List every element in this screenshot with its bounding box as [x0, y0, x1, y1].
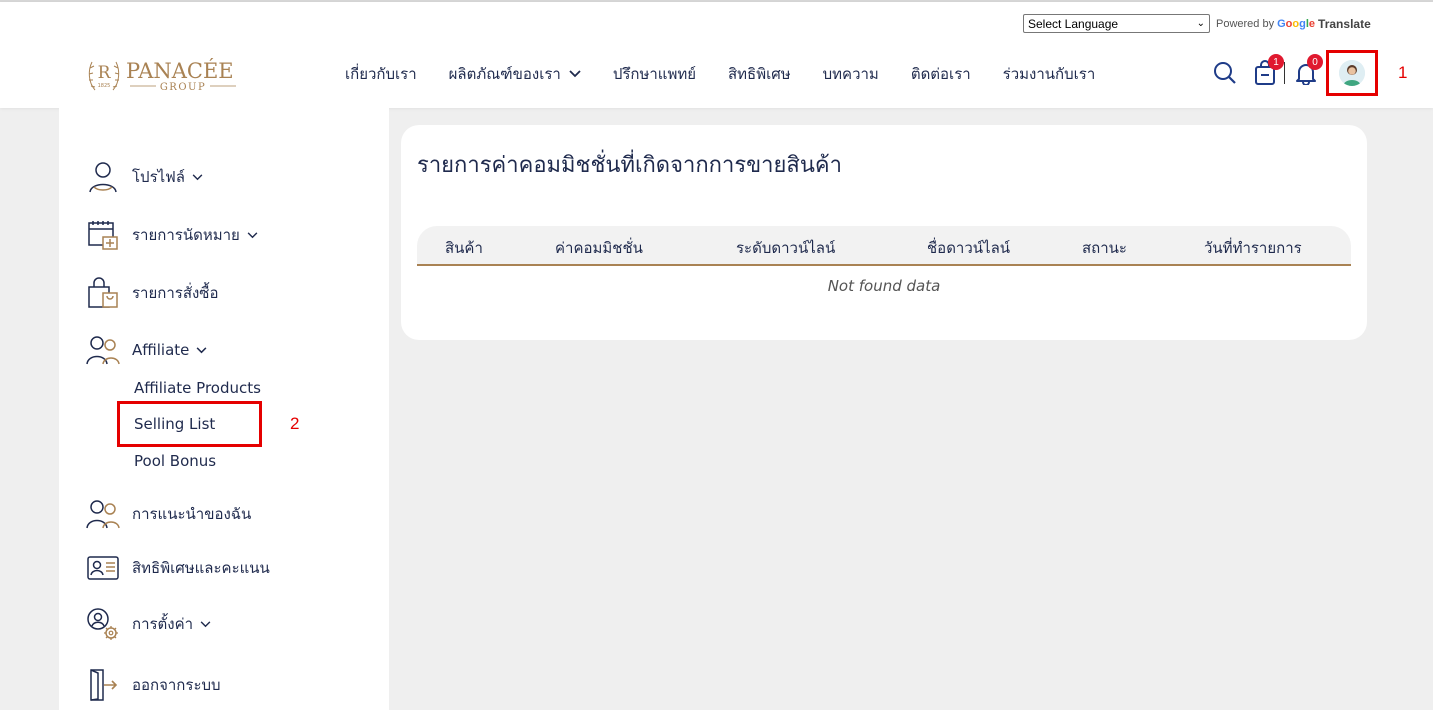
- brand-name: PANACÉE: [126, 59, 234, 83]
- cart-button[interactable]: 1: [1250, 54, 1284, 88]
- brand-sub: GROUP: [160, 82, 206, 93]
- sidebar-item-label: การแนะนำของฉัน: [132, 505, 252, 523]
- table-header: สินค้า ค่าคอมมิชชั่น ระดับดาวน์ไลน์ ชื่อ…: [417, 226, 1351, 266]
- main-nav: เกี่ยวกับเรา ผลิตภัณฑ์ของเรา ปรึกษาแพทย์…: [345, 62, 1127, 86]
- sidebar-item-affiliate[interactable]: Affiliate: [86, 333, 207, 367]
- column-header-downline-name: ชื่อดาวน์ไลน์: [927, 239, 1011, 257]
- sidebar-item-label: การตั้งค่า: [132, 615, 194, 633]
- search-icon[interactable]: [1210, 58, 1240, 88]
- nav-label: เกี่ยวกับเรา: [345, 65, 417, 83]
- profile-avatar-button[interactable]: [1326, 50, 1378, 96]
- translate-text: Translate: [1318, 16, 1371, 31]
- chevron-down-icon: ⌄: [1196, 18, 1205, 29]
- user-icon: [86, 160, 120, 194]
- nav-products[interactable]: ผลิตภัณฑ์ของเรา: [449, 62, 581, 86]
- google-logo: Google: [1277, 17, 1316, 30]
- avatar: [1339, 60, 1365, 86]
- sidebar-item-settings[interactable]: การตั้งค่า: [86, 607, 211, 641]
- sidebar-item-label: โปรไฟล์: [132, 168, 185, 186]
- header: Select Language ⌄ Powered by Google Tran…: [0, 2, 1433, 108]
- header-divider: [1284, 62, 1285, 84]
- brand-logo[interactable]: R 1825 PANACÉE GROUP: [86, 54, 240, 96]
- nav-privileges[interactable]: สิทธิพิเศษ: [728, 62, 791, 86]
- nav-about[interactable]: เกี่ยวกับเรา: [345, 62, 417, 86]
- empty-state-text: Not found data: [827, 277, 941, 295]
- cart-count-badge: 1: [1268, 54, 1284, 70]
- nav-careers[interactable]: ร่วมงานกับเรา: [1003, 62, 1096, 86]
- sidebar-item-label: รายการนัดหมาย: [132, 226, 240, 244]
- sidebar-item-appointments[interactable]: รายการนัดหมาย: [86, 218, 258, 252]
- logout-icon: [86, 668, 120, 702]
- nav-label: ปรึกษาแพทย์: [612, 65, 697, 83]
- sidebar-item-label: สิทธิพิเศษและคะแนน: [132, 559, 270, 577]
- sidebar-sub-pool-bonus[interactable]: Pool Bonus: [134, 452, 216, 470]
- sidebar-item-label: ออกจากระบบ: [132, 676, 221, 694]
- nav-contact[interactable]: ติดต่อเรา: [911, 62, 971, 86]
- nav-label: ผลิตภัณฑ์ของเรา: [448, 65, 561, 83]
- nav-consult[interactable]: ปรึกษาแพทย์: [613, 62, 696, 86]
- id-card-icon: [86, 551, 120, 585]
- column-header-status: สถานะ: [1082, 239, 1127, 257]
- language-select[interactable]: Select Language ⌄: [1023, 14, 1210, 33]
- powered-by-google[interactable]: Powered by Google Translate: [1216, 17, 1371, 31]
- column-header-date: วันที่ทำรายการ: [1204, 239, 1302, 257]
- chevron-down-icon: [247, 229, 258, 242]
- sidebar-item-orders[interactable]: รายการสั่งซื้อ: [86, 276, 219, 310]
- brand-mark: R: [98, 63, 112, 83]
- commission-card: รายการค่าคอมมิชชั่นที่เกิดจากการขายสินค้…: [401, 125, 1367, 340]
- shopping-bag-icon: [86, 276, 120, 310]
- chevron-down-icon: [196, 344, 207, 357]
- column-header-product: สินค้า: [445, 239, 483, 257]
- nav-label: ติดต่อเรา: [910, 65, 971, 83]
- chevron-down-icon: [200, 618, 211, 631]
- calendar-plus-icon: [86, 218, 120, 252]
- users-icon: [86, 333, 120, 367]
- sidebar-item-label: Affiliate: [132, 341, 190, 359]
- sidebar-item-label: รายการสั่งซื้อ: [132, 284, 219, 302]
- nav-articles[interactable]: บทความ: [823, 62, 879, 86]
- language-bar: Select Language ⌄ Powered by Google Tran…: [1023, 14, 1371, 33]
- brand-year: 1825: [98, 83, 111, 89]
- nav-label: สิทธิพิเศษ: [728, 65, 791, 83]
- column-header-commission: ค่าคอมมิชชั่น: [555, 239, 643, 257]
- sidebar-item-logout[interactable]: ออกจากระบบ: [86, 668, 221, 702]
- chevron-down-icon: [192, 171, 203, 184]
- nav-label: บทความ: [822, 65, 879, 83]
- referral-icon: [86, 497, 120, 531]
- chevron-down-icon: [569, 68, 581, 81]
- language-select-label: Select Language: [1028, 16, 1119, 31]
- column-header-downline-level: ระดับดาวน์ไลน์: [736, 239, 836, 257]
- sidebar-item-referrals[interactable]: การแนะนำของฉัน: [86, 497, 251, 531]
- user-settings-icon: [86, 607, 120, 641]
- nav-label: ร่วมงานกับเรา: [1002, 65, 1096, 83]
- sidebar-sub-affiliate-products[interactable]: Affiliate Products: [134, 379, 261, 397]
- annotation-marker-2: 2: [290, 414, 300, 433]
- notification-button[interactable]: 0: [1291, 54, 1323, 88]
- sidebar-item-privileges[interactable]: สิทธิพิเศษและคะแนน: [86, 551, 270, 585]
- sidebar-item-profile[interactable]: โปรไฟล์: [86, 160, 203, 194]
- header-icons: 1 0: [1210, 54, 1323, 88]
- powered-by-text: Powered by: [1216, 17, 1275, 30]
- page-title: รายการค่าคอมมิชชั่นที่เกิดจากการขายสินค้…: [417, 153, 842, 178]
- annotation-marker-1: 1: [1398, 63, 1408, 82]
- annotation-box-selling-list: [117, 401, 262, 447]
- notification-count-badge: 0: [1307, 54, 1323, 70]
